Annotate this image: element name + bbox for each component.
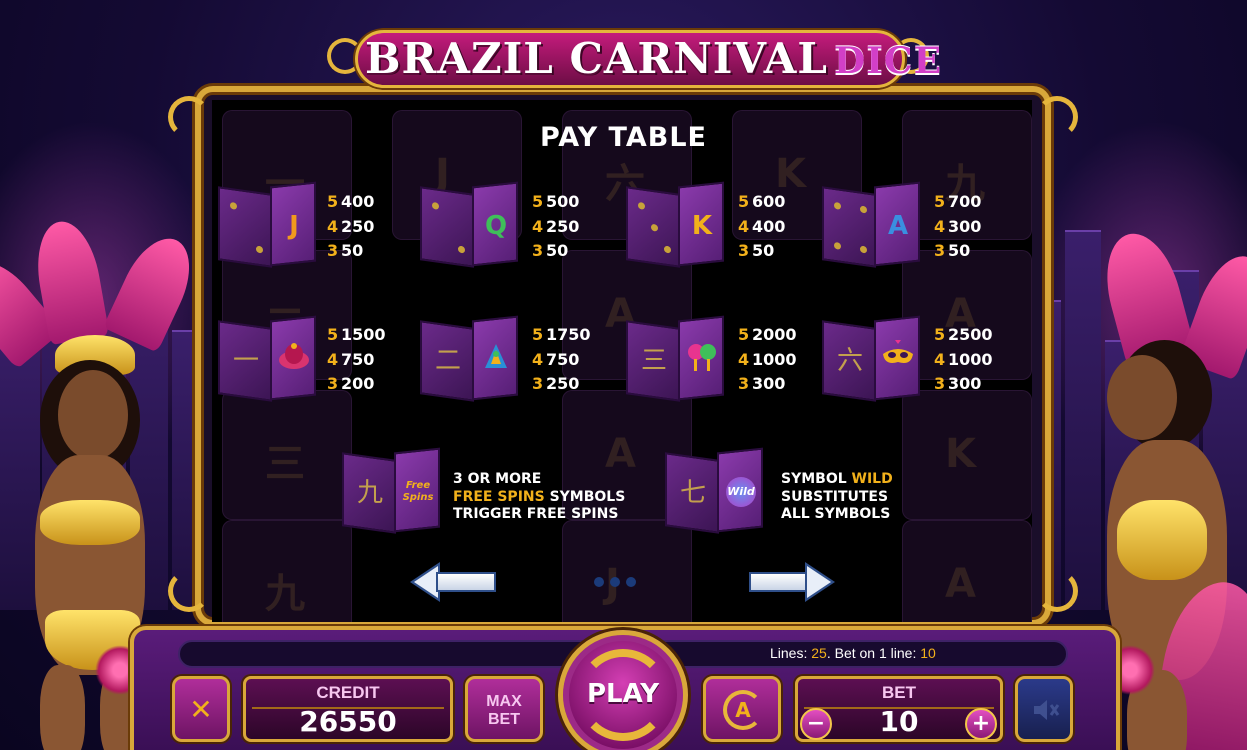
free-spins-description: 3 OR MORE FREE SPINS SYMBOLS TRIGGER FRE…: [453, 471, 626, 522]
parrot-icon: [477, 340, 515, 380]
paytable-entry-maracas: 5 2000 4 1000 3 300: [738, 325, 797, 393]
carnival-hat-icon: [275, 340, 313, 380]
die-symbol-a: A: [822, 181, 922, 270]
max-bet-button[interactable]: MAX BET: [465, 676, 543, 742]
wild-icon: Wild: [726, 477, 756, 507]
lines-bet-info: Lines: 25. Bet on 1 line: 10: [770, 645, 936, 661]
die-symbol-free-spins: 九 Free Spins: [342, 447, 442, 536]
die-symbol-maracas: 三: [626, 315, 726, 404]
credit-label: CREDIT: [316, 683, 380, 702]
paytable-prev-button[interactable]: [410, 562, 500, 602]
bet-label: BET: [882, 683, 916, 702]
play-button[interactable]: PLAY: [558, 630, 688, 750]
symbol-q-icon: Q: [484, 211, 508, 241]
max-bet-label-2: BET: [488, 711, 520, 728]
frame-ornament-bl: [168, 570, 210, 612]
credit-display: CREDIT 26550: [243, 676, 453, 742]
paytable-entry-hat: 5 1500 4 750 3 200: [327, 325, 386, 393]
speaker-muted-icon: [1032, 697, 1060, 727]
game-title-logo: BRAZIL CARNIVAL DICE: [327, 8, 941, 98]
die-symbol-mask: 六: [822, 315, 922, 404]
play-label: PLAY: [586, 679, 660, 709]
close-icon: ✕: [189, 693, 213, 726]
paytable-entry-j: 5 400 4 250 3 50: [327, 192, 375, 260]
paytable-entry-parrot: 5 1750 4 750 3 250: [532, 325, 591, 393]
free-spins-icon: Free Spins: [402, 480, 434, 503]
game-title: BRAZIL CARNIVAL DICE: [365, 34, 943, 83]
die-symbol-k: K: [626, 181, 726, 270]
maracas-icon: [683, 340, 721, 380]
die-symbol-q: Q: [420, 181, 520, 270]
paytable-next-button[interactable]: [745, 562, 835, 602]
die-symbol-parrot: 二: [420, 315, 520, 404]
carnival-mask-icon: [879, 340, 917, 380]
paytable-title: PAY TABLE: [539, 122, 708, 153]
bet-decrease-button[interactable]: −: [800, 708, 832, 740]
autoplay-button[interactable]: A: [703, 676, 781, 742]
frame-ornament-br: [1036, 570, 1078, 612]
paytable-entry-mask: 5 2500 4 1000 3 300: [934, 325, 993, 393]
sound-button[interactable]: [1015, 676, 1073, 742]
wild-description: SYMBOL WILD SUBSTITUTES ALL SYMBOLS: [781, 471, 893, 522]
die-symbol-hat: 一: [218, 315, 318, 404]
die-symbol-wild: 七 Wild: [665, 447, 765, 536]
paytable-entry-k: 5 600 4 400 3 50: [738, 192, 786, 260]
bet-increase-button[interactable]: +: [965, 708, 997, 740]
symbol-j-icon: J: [289, 211, 299, 241]
paytable-entry-a: 5 700 4 300 3 50: [934, 192, 982, 260]
symbol-a-icon: A: [887, 211, 909, 241]
paytable-entry-q: 5 500 4 250 3 50: [532, 192, 580, 260]
autoplay-icon: A: [723, 690, 763, 730]
die-symbol-j: J: [218, 181, 318, 270]
close-button[interactable]: ✕: [172, 676, 230, 742]
symbol-k-icon: K: [691, 211, 713, 241]
paytable-page-indicator: [594, 572, 642, 591]
credit-value: 26550: [299, 705, 397, 738]
max-bet-label-1: MAX: [486, 693, 522, 710]
